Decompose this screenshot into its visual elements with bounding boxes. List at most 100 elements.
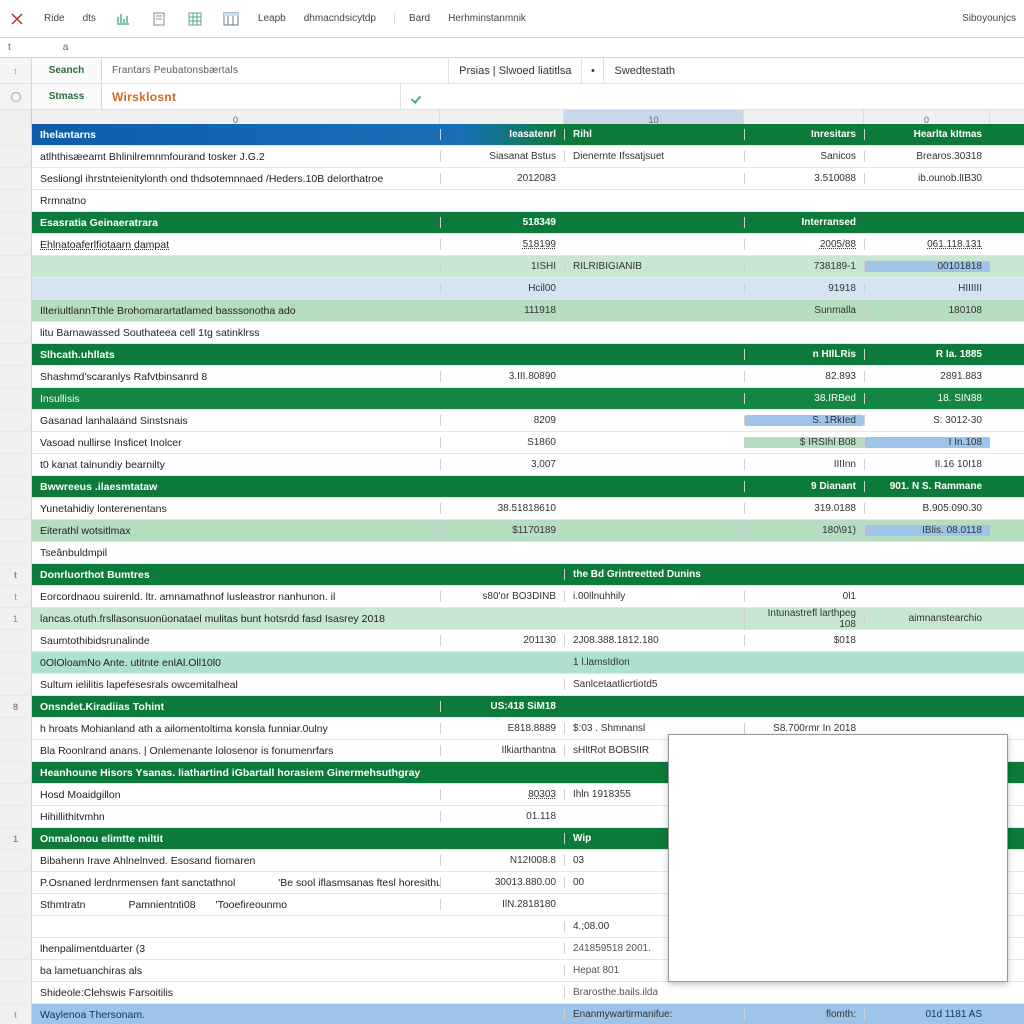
cell[interactable]: P.Osnaned lerdnrmensen fant sanctathnol … <box>32 877 440 889</box>
cell[interactable]: Sesliongl ihrstnteienitylonth ond thdsot… <box>32 173 440 185</box>
gutter-marker-1[interactable]: ↕ <box>0 58 32 83</box>
cell[interactable]: Rrmnatno <box>32 195 440 207</box>
cell[interactable]: lhenpalimentduarter (3 <box>32 943 440 955</box>
cell[interactable]: Tseânbuldmpil <box>32 547 440 559</box>
cell[interactable]: S: 3012-30 <box>864 415 990 426</box>
cell[interactable]: 180108 <box>864 305 990 316</box>
cell[interactable]: Sunmalla <box>744 305 864 316</box>
ribbon-item-0[interactable]: Ride <box>44 13 65 24</box>
grid-row[interactable]: tEorcordnaou suirenld. ltr. amnamathnof … <box>0 586 1024 608</box>
cell[interactable]: 18. SIN88 <box>864 393 990 404</box>
cell[interactable]: Saumtothibidsrunalinde <box>32 635 440 647</box>
grid-row[interactable]: Hcil0091918HIIIIII <box>0 278 1024 300</box>
row-number[interactable] <box>0 542 32 563</box>
row-number[interactable] <box>0 146 32 167</box>
ribbon-chart-icon[interactable] <box>114 10 132 28</box>
floating-pane[interactable] <box>668 734 1008 982</box>
cell[interactable]: IBlis. 08.0118 <box>864 525 990 536</box>
cell[interactable]: i.00llnuhhily <box>564 591 744 602</box>
cell[interactable]: Ieasatenrl <box>440 129 564 140</box>
cell[interactable]: 2012083 <box>440 173 564 184</box>
grid-row[interactable]: Saumtothibidsrunalinde2011302J08.388.181… <box>0 630 1024 652</box>
cell[interactable]: Sthmtratn Pamnientnti08'Tooefireounmo <box>32 899 440 911</box>
cell[interactable]: 518349 <box>440 217 564 228</box>
cell[interactable]: $1170189 <box>440 525 564 536</box>
grid-row[interactable]: Slhcath.uhllatsn HIlLRisR Ia. 1885 <box>0 344 1024 366</box>
row-number[interactable] <box>0 718 32 739</box>
grid-row[interactable]: 8Onsndet.Kiradiias TohintUS:418 SiM18 <box>0 696 1024 718</box>
cell[interactable]: Ehlnatoaferlfiotaarn dampat <box>32 239 440 251</box>
grid-row[interactable]: tDonrluorthot Bumtresthe Bd Grintreetted… <box>0 564 1024 586</box>
cell[interactable]: flomth: <box>744 1009 864 1020</box>
row-number[interactable] <box>0 652 32 673</box>
row-number[interactable] <box>0 872 32 893</box>
cell[interactable]: Hihillithitvmhn <box>32 811 440 823</box>
grid-row[interactable]: Tseânbuldmpil <box>0 542 1024 564</box>
grid-row[interactable]: tWaylenoa Thersonam. Enanmywartirmanifue:… <box>0 1004 1024 1024</box>
cell[interactable]: 3.510088 <box>744 173 864 184</box>
cell[interactable]: $:03 . Shmnansl <box>564 723 744 734</box>
cell[interactable]: Onmalonou elimtte miltit <box>32 833 440 845</box>
cell[interactable]: IlteriultlannTthle Brohomarartatlamed ba… <box>32 305 440 317</box>
cell[interactable]: Waylenoa Thersonam. <box>32 1009 440 1021</box>
row-number[interactable]: t <box>0 564 32 585</box>
cell[interactable]: 38.51818610 <box>440 503 564 514</box>
row-number[interactable] <box>0 410 32 431</box>
row-number[interactable] <box>0 322 32 343</box>
cell[interactable]: Vasoad nullirse Insficet Inolcer <box>32 437 440 449</box>
row-number[interactable] <box>0 366 32 387</box>
grid-row[interactable]: Bwwreeus .ilaesmtataw 9 Dianant901. N S. … <box>0 476 1024 498</box>
cell[interactable]: Intunastrefl larthpeg 108 <box>744 608 864 630</box>
grid-row[interactable]: Sesliongl ihrstnteienitylonth ond thdsot… <box>0 168 1024 190</box>
cell[interactable]: S8.700rmr In 2018 <box>744 723 864 734</box>
grid-row[interactable]: t0 kanat talnundiy bearnilty3,007IIIInnI… <box>0 454 1024 476</box>
row-number[interactable]: t <box>0 1004 32 1024</box>
cell[interactable]: Bwwreeus .ilaesmtataw <box>32 481 440 493</box>
grid-row[interactable]: 0OlOloamNo Ante. utitnte enlAl.Oll10l01 … <box>0 652 1024 674</box>
row-number[interactable] <box>0 234 32 255</box>
cell[interactable]: Shideole:Clehswis Farsoitilis <box>32 987 440 999</box>
cell[interactable]: Hosd Moaidgillon <box>32 789 440 801</box>
cell[interactable]: Heanhoune Hisors Ysanas. liathartind iGb… <box>32 767 440 779</box>
cell[interactable]: Ihelantarns <box>32 129 440 141</box>
cell[interactable]: 061.118.131 <box>864 239 990 250</box>
ribbon-item-9[interactable]: Herhminstanmnik <box>448 13 526 24</box>
cell[interactable]: Enanmywartirmanifue: <box>564 1009 744 1020</box>
row-number[interactable] <box>0 674 32 695</box>
ribbon-close-icon[interactable] <box>8 10 26 28</box>
row-number[interactable]: 1 <box>0 828 32 849</box>
cell[interactable]: 9 Dianant <box>744 481 864 492</box>
cell[interactable]: Onsndet.Kiradiias Tohint <box>32 701 440 713</box>
cell[interactable]: aimnanstearchio <box>864 613 990 624</box>
grid-row[interactable]: 1lancas.otuth.frsllasonsuonüonatael muli… <box>0 608 1024 630</box>
cell[interactable]: 82.893 <box>744 371 864 382</box>
cell[interactable]: IIIInn <box>744 459 864 470</box>
ribbon-table-icon[interactable] <box>222 10 240 28</box>
grid-row[interactable]: Eiterathl wotsitlmax$1170189180\91)IBlis… <box>0 520 1024 542</box>
context-step-icon[interactable]: • <box>581 58 603 83</box>
cell[interactable]: Eiterathl wotsitlmax <box>32 525 440 537</box>
cell[interactable]: US:418 SiM18 <box>440 701 564 712</box>
grid-row[interactable]: Insullisis38.IRBed18. SIN88 <box>0 388 1024 410</box>
grid-row[interactable]: Vasoad nullirse Insficet InolcerS1860$ I… <box>0 432 1024 454</box>
formula-bar[interactable]: t a <box>0 38 1024 58</box>
row-number[interactable] <box>0 278 32 299</box>
cell[interactable]: Sanlcetaatlicrtiotd5 <box>564 679 744 690</box>
row-number[interactable] <box>0 630 32 651</box>
row-number[interactable] <box>0 212 32 233</box>
cell[interactable]: 01d 1181 AS <box>864 1009 990 1020</box>
cell[interactable]: Hearlta kItmas <box>864 129 990 140</box>
cell[interactable]: 518199 <box>440 239 564 250</box>
ribbon-grid-icon[interactable] <box>186 10 204 28</box>
cell[interactable]: $018 <box>744 635 864 646</box>
cell[interactable]: 901. N S. Rammane <box>864 481 990 492</box>
row-number[interactable] <box>0 454 32 475</box>
cell[interactable]: IlN.2818180 <box>440 899 564 910</box>
row-number[interactable] <box>0 960 32 981</box>
row-number[interactable] <box>0 256 32 277</box>
cell[interactable]: 111918 <box>440 305 564 316</box>
cell[interactable]: II.16 10I18 <box>864 459 990 470</box>
ribbon-doc-icon[interactable] <box>150 10 168 28</box>
row-number[interactable] <box>0 806 32 827</box>
row-number[interactable] <box>0 498 32 519</box>
